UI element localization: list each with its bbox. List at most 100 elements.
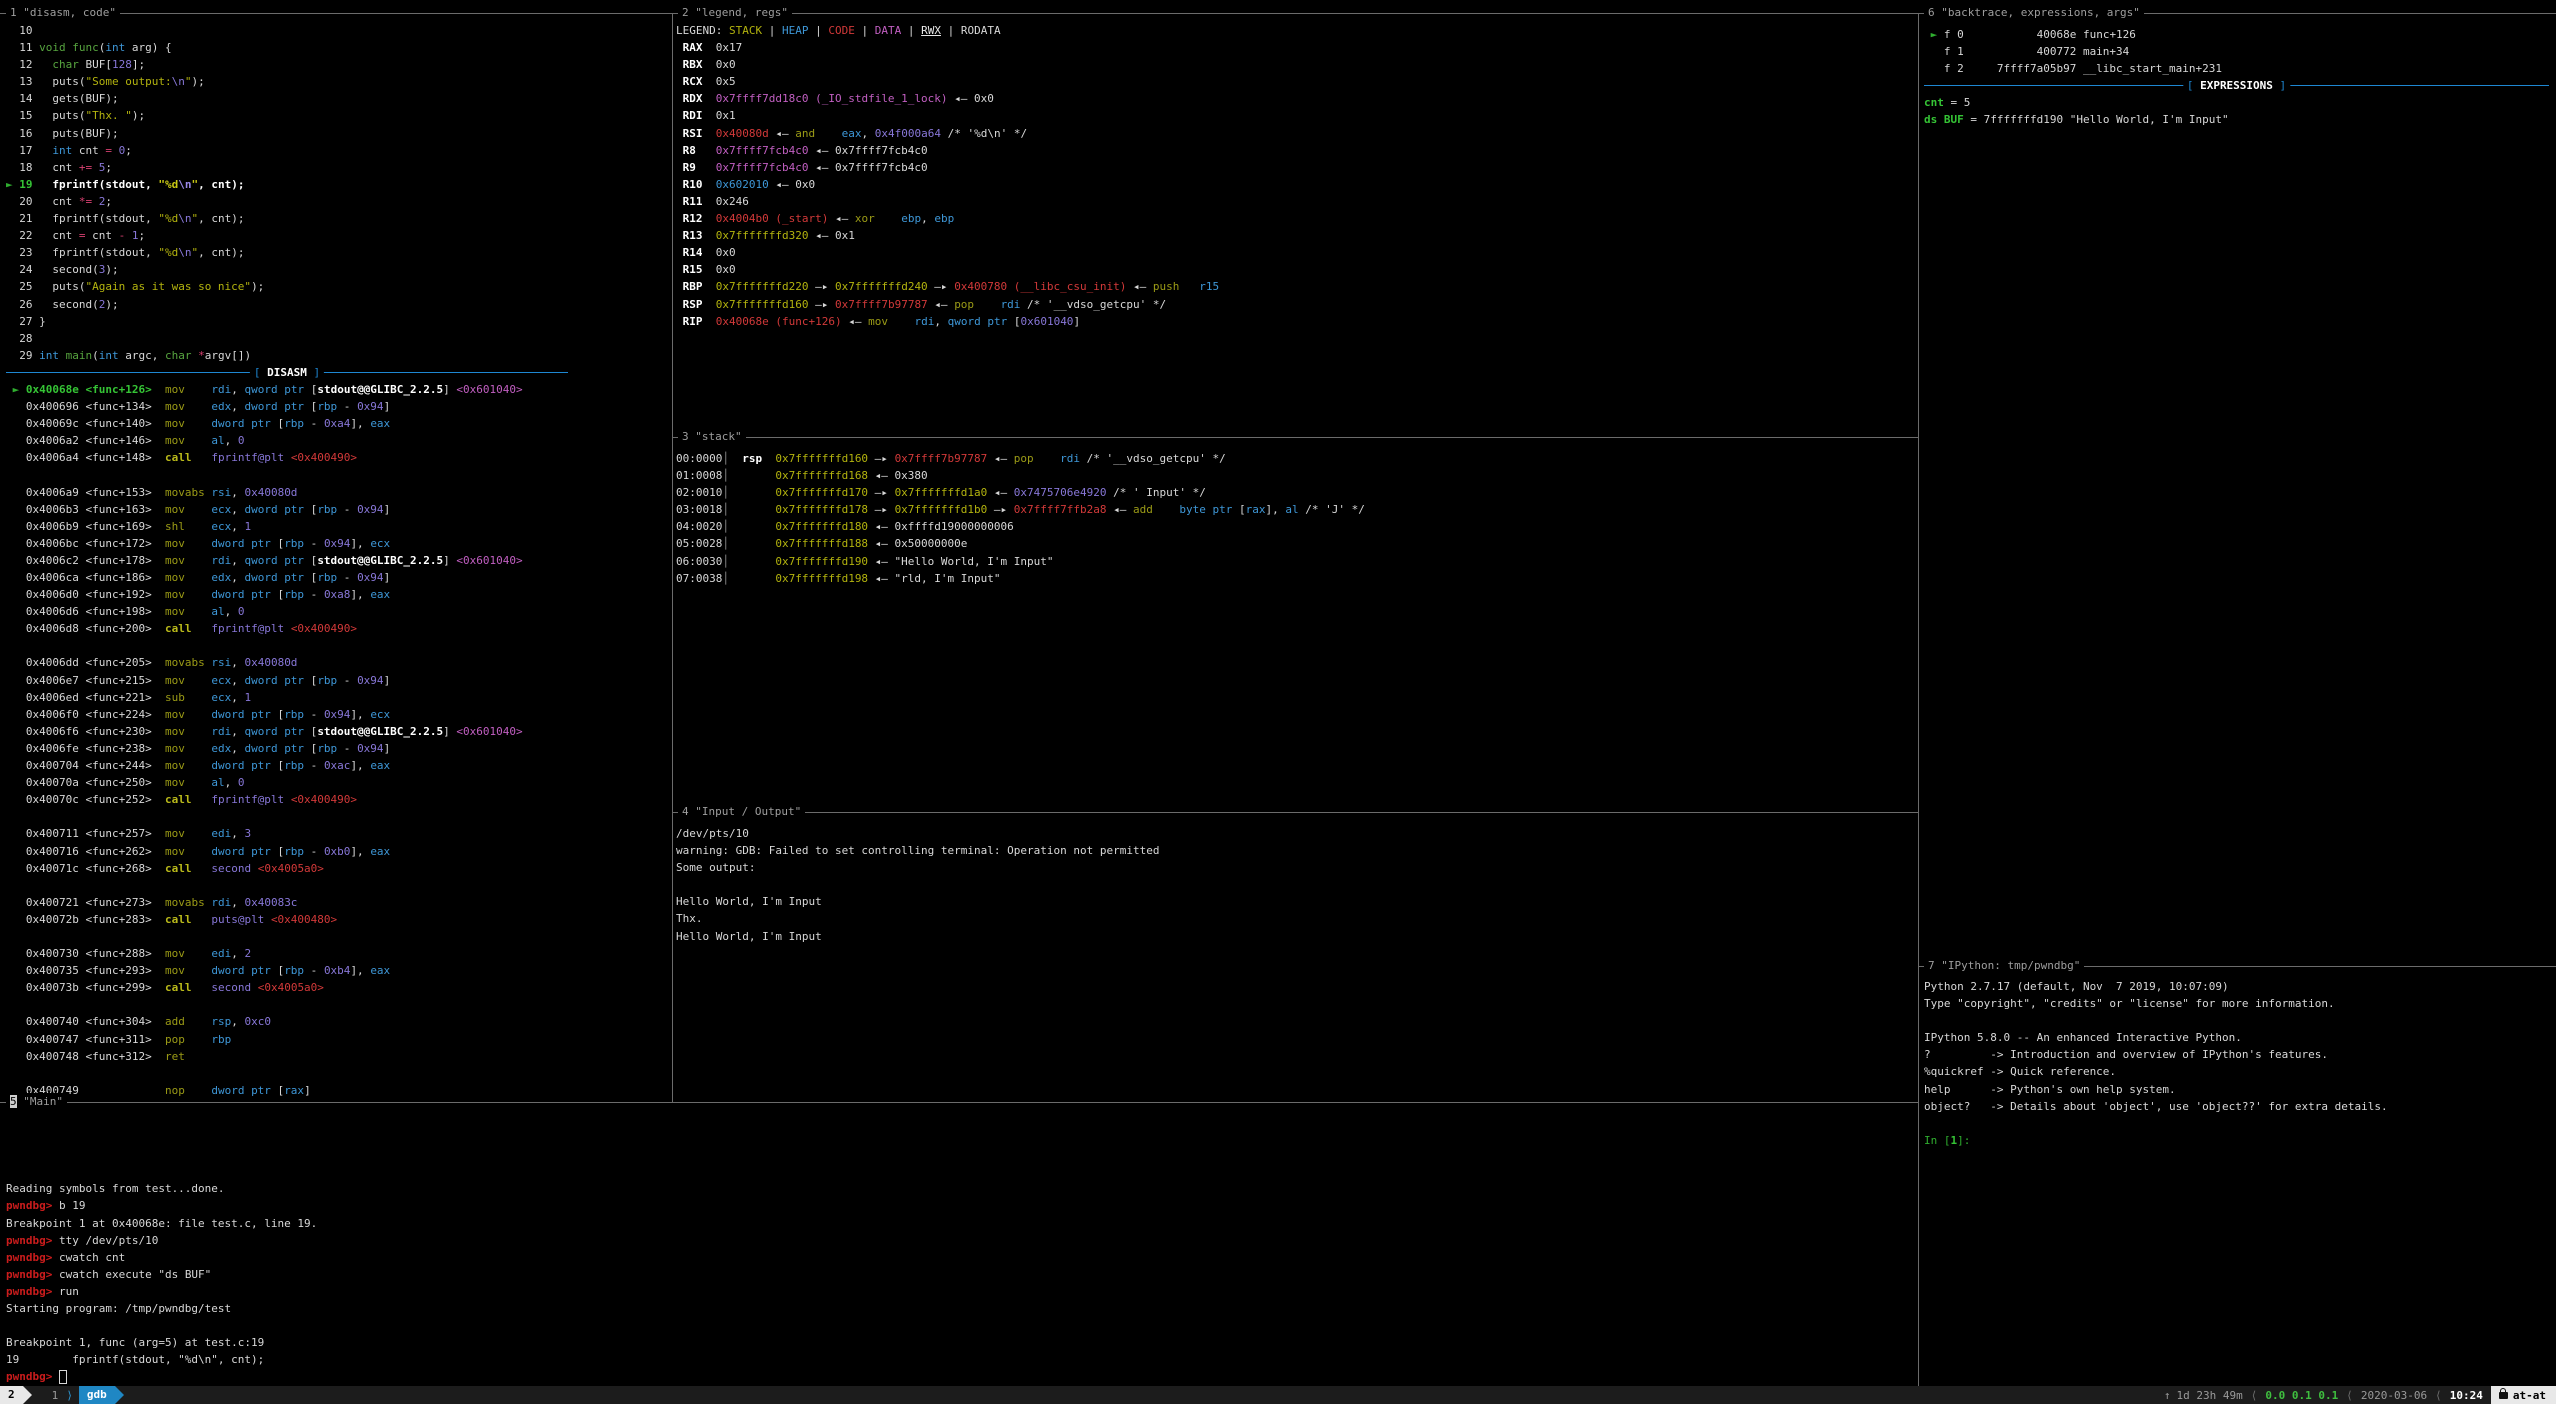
terminal-line: 14 gets(BUF); bbox=[6, 90, 670, 107]
terminal-line: 0x4006ca <func+186> mov edx, dword ptr [… bbox=[6, 569, 670, 586]
status-date: 2020-03-06 bbox=[2361, 1389, 2427, 1402]
terminal-line: Hello World, I'm Input bbox=[676, 893, 1916, 910]
terminal-line: RIP 0x40068e (func+126) ◂— mov rdi, qwor… bbox=[676, 313, 1916, 330]
terminal-line: 0x4006a2 <func+146> mov al, 0 bbox=[6, 432, 670, 449]
terminal-line: LEGEND: STACK | HEAP | CODE | DATA | RWX… bbox=[676, 22, 1916, 39]
terminal-line: 0x400721 <func+273> movabs rdi, 0x40083c bbox=[6, 894, 670, 911]
status-left: 2 1 ⟩ gdb bbox=[0, 1386, 124, 1404]
terminal-line: [ DISASM ] bbox=[6, 364, 670, 381]
terminal-line: ► f 0 40068e func+126 bbox=[1924, 26, 2554, 43]
terminal-line: 0x400735 <func+293> mov dword ptr [rbp -… bbox=[6, 962, 670, 979]
tmux-window-name-gdb[interactable]: gdb bbox=[79, 1386, 115, 1404]
terminal-line: 0x4006ed <func+221> sub ecx, 1 bbox=[6, 689, 670, 706]
terminal-line: 0x40071c <func+268> call second <0x4005a… bbox=[6, 860, 670, 877]
terminal-line: R11 0x246 bbox=[676, 193, 1916, 210]
terminal-line: 0x400748 <func+312> ret bbox=[6, 1048, 670, 1065]
border-top bbox=[0, 13, 2556, 14]
powerline-arrow-icon bbox=[23, 1386, 32, 1404]
angle-separator-icon: ⟨ bbox=[2338, 1389, 2361, 1402]
terminal-line: 29 int main(int argc, char *argv[]) bbox=[6, 347, 670, 364]
terminal-line: 15 puts("Thx. "); bbox=[6, 107, 670, 124]
terminal-line: Some output: bbox=[676, 859, 1916, 876]
terminal-line: pwndbg> bbox=[6, 1368, 1914, 1384]
pane-backtrace-expressions[interactable]: ► f 0 40068e func+126 f 1 400772 main+34… bbox=[1924, 26, 2554, 964]
terminal-line: Breakpoint 1, func (arg=5) at test.c:19 bbox=[6, 1334, 1914, 1351]
terminal-line: 23 fprintf(stdout, "%d\n", cnt); bbox=[6, 244, 670, 261]
pane-gdb-console[interactable]: Reading symbols from test...done.pwndbg>… bbox=[6, 1112, 1914, 1384]
terminal-line: R9 0x7ffff7fcb4c0 ◂— 0x7ffff7fcb4c0 bbox=[676, 159, 1916, 176]
tmux-window-index[interactable]: 1 bbox=[46, 1389, 65, 1402]
pane-title-backtrace: 6 "backtrace, expressions, args" bbox=[1924, 4, 2144, 21]
pane-stack[interactable]: 00:0000│ rsp 0x7fffffffd160 —▸ 0x7ffff7b… bbox=[676, 450, 1916, 810]
terminal-line: 0x4006a4 <func+148> call fprintf@plt <0x… bbox=[6, 449, 670, 466]
terminal-line: warning: GDB: Failed to set controlling … bbox=[676, 842, 1916, 859]
terminal-line: ? -> Introduction and overview of IPytho… bbox=[1924, 1046, 2554, 1063]
terminal-line: ds BUF = 7fffffffd190 "Hello World, I'm … bbox=[1924, 111, 2554, 128]
terminal-line: pwndbg> cwatch execute "ds BUF" bbox=[6, 1266, 1914, 1283]
terminal-line: R15 0x0 bbox=[676, 261, 1916, 278]
tmux-session-badge[interactable]: 2 bbox=[0, 1386, 23, 1404]
angle-separator-icon: ⟨ bbox=[2243, 1389, 2266, 1402]
terminal-line: 0x400716 <func+262> mov dword ptr [rbp -… bbox=[6, 843, 670, 860]
terminal-line: RSI 0x40080d ◂— and eax, 0x4f000a64 /* '… bbox=[676, 125, 1916, 142]
terminal-line: 0x4006b3 <func+163> mov ecx, dword ptr [… bbox=[6, 501, 670, 518]
terminal-line: 0x4006bc <func+172> mov dword ptr [rbp -… bbox=[6, 535, 670, 552]
border-vertical-left[interactable] bbox=[672, 13, 673, 1102]
terminal-line: 07:0038│ 0x7fffffffd198 ◂— "rld, I'm Inp… bbox=[676, 570, 1916, 587]
terminal-line: f 2 7ffff7a05b97 __libc_start_main+231 bbox=[1924, 60, 2554, 77]
terminal-line: 06:0030│ 0x7fffffffd190 ◂— "Hello World,… bbox=[676, 553, 1916, 570]
terminal-line: 0x4006a9 <func+153> movabs rsi, 0x40080d bbox=[6, 484, 670, 501]
terminal-line: RBX 0x0 bbox=[676, 56, 1916, 73]
hostname-badge: at-at bbox=[2491, 1386, 2556, 1404]
border-io-top bbox=[672, 812, 1918, 813]
terminal-line: R12 0x4004b0 (_start) ◂— xor ebp, ebp bbox=[676, 210, 1916, 227]
pane-ipython[interactable]: Python 2.7.17 (default, Nov 7 2019, 10:0… bbox=[1924, 978, 2554, 1384]
terminal-line: 18 cnt += 5; bbox=[6, 159, 670, 176]
terminal-line: 0x4006c2 <func+178> mov rdi, qword ptr [… bbox=[6, 552, 670, 569]
terminal-line: R14 0x0 bbox=[676, 244, 1916, 261]
terminal-line: 25 puts("Again as it was so nice"); bbox=[6, 278, 670, 295]
terminal-line: RCX 0x5 bbox=[676, 73, 1916, 90]
uptime-arrow-icon: ↑ bbox=[2164, 1389, 2177, 1402]
terminal-line: 16 puts(BUF); bbox=[6, 125, 670, 142]
terminal-line bbox=[6, 928, 670, 945]
terminal-line: 0x4006e7 <func+215> mov ecx, dword ptr [… bbox=[6, 672, 670, 689]
terminal-line: cnt = 5 bbox=[1924, 94, 2554, 111]
terminal-line: 17 int cnt = 0; bbox=[6, 142, 670, 159]
terminal-line: 20 cnt *= 2; bbox=[6, 193, 670, 210]
terminal-line: ► 19 fprintf(stdout, "%d\n", cnt); bbox=[6, 176, 670, 193]
terminal-line: 0x400730 <func+288> mov edi, 2 bbox=[6, 945, 670, 962]
terminal-line: Hello World, I'm Input bbox=[676, 928, 1916, 945]
terminal-line: pwndbg> run bbox=[6, 1283, 1914, 1300]
terminal-line: Starting program: /tmp/pwndbg/test bbox=[6, 1300, 1914, 1317]
terminal-line: 02:0010│ 0x7fffffffd170 —▸ 0x7fffffffd1a… bbox=[676, 484, 1916, 501]
pane-title-disasm-code: 1 "disasm, code" bbox=[6, 4, 120, 21]
chevron-right-icon: ⟩ bbox=[64, 1389, 79, 1402]
pane-input-output[interactable]: /dev/pts/10warning: GDB: Failed to set c… bbox=[676, 825, 1916, 1100]
terminal-line: 0x400740 <func+304> add rsp, 0xc0 bbox=[6, 1013, 670, 1030]
terminal-line: /dev/pts/10 bbox=[676, 825, 1916, 842]
terminal-line: 11 void func(int arg) { bbox=[6, 39, 670, 56]
terminal-line: RDI 0x1 bbox=[676, 107, 1916, 124]
terminal-line: 0x40073b <func+299> call second <0x4005a… bbox=[6, 979, 670, 996]
terminal-line: 0x400696 <func+134> mov edx, dword ptr [… bbox=[6, 398, 670, 415]
terminal-line: 26 second(2); bbox=[6, 296, 670, 313]
pane-registers[interactable]: LEGEND: STACK | HEAP | CODE | DATA | RWX… bbox=[676, 22, 1916, 435]
terminal-line: Python 2.7.17 (default, Nov 7 2019, 10:0… bbox=[1924, 978, 2554, 995]
pane-title-stack: 3 "stack" bbox=[678, 428, 746, 445]
pane-disasm-code[interactable]: 10 11 void func(int arg) { 12 char BUF[1… bbox=[6, 22, 670, 1100]
terminal-line: In [1]: bbox=[1924, 1132, 2554, 1149]
terminal-line: 12 char BUF[128]; bbox=[6, 56, 670, 73]
terminal-line bbox=[1924, 1012, 2554, 1029]
terminal-line: RAX 0x17 bbox=[676, 39, 1916, 56]
terminal-line: R13 0x7fffffffd320 ◂— 0x1 bbox=[676, 227, 1916, 244]
terminal-line: 24 second(3); bbox=[6, 261, 670, 278]
terminal-line: ► 0x40068e <func+126> mov rdi, qword ptr… bbox=[6, 381, 670, 398]
terminal-line: %quickref -> Quick reference. bbox=[1924, 1063, 2554, 1080]
terminal-line: 0x4006d0 <func+192> mov dword ptr [rbp -… bbox=[6, 586, 670, 603]
angle-separator-icon: ⟨ bbox=[2427, 1389, 2450, 1402]
border-vertical-right[interactable] bbox=[1918, 13, 1919, 1386]
pane-title-ipython: 7 "IPython: tmp/pwndbg" bbox=[1924, 957, 2084, 974]
active-pane-number: 5 bbox=[10, 1095, 17, 1108]
load-average: 0.0 0.1 0.1 bbox=[2265, 1389, 2338, 1402]
